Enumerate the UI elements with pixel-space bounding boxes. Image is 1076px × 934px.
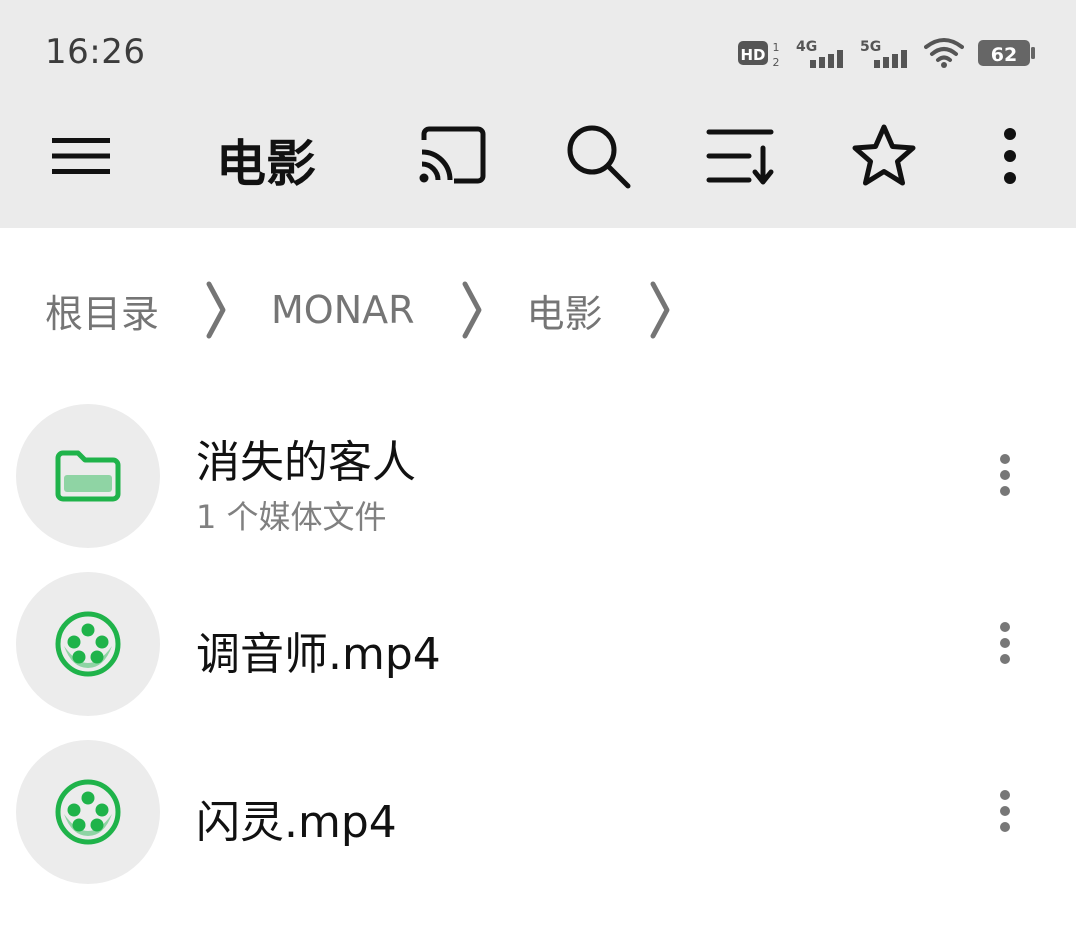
- svg-text:2: 2: [773, 56, 780, 69]
- list-item-title: 调音师.mp4: [196, 629, 441, 680]
- list-item-subtitle: 1 个媒体文件: [196, 498, 387, 536]
- breadcrumb-root[interactable]: 根目录: [45, 283, 159, 338]
- list-item[interactable]: 调音师.mp4: [0, 572, 1076, 740]
- status-time: 16:26: [45, 32, 146, 72]
- film-reel-icon: [55, 779, 121, 845]
- signal-4g-icon: 4G: [796, 36, 846, 70]
- avatar: [16, 404, 160, 548]
- battery-icon: 62: [978, 38, 1036, 68]
- folder-icon: [55, 450, 121, 502]
- signal-5g-icon: 5G: [860, 36, 910, 70]
- page-title: 电影: [216, 135, 316, 193]
- film-reel-icon: [55, 611, 121, 677]
- chevron-right-icon: [205, 280, 227, 340]
- breadcrumb: 根目录 MONAR 电影: [45, 280, 715, 340]
- file-list: 消失的客人 1 个媒体文件 调音师.mp4 闪灵.mp4: [0, 404, 1076, 908]
- list-item[interactable]: 闪灵.mp4: [0, 740, 1076, 908]
- star-icon[interactable]: [848, 120, 920, 192]
- battery-level: 62: [991, 44, 1017, 66]
- svg-text:1: 1: [773, 41, 780, 54]
- breadcrumb-current[interactable]: 电影: [527, 283, 603, 338]
- wifi-icon: [924, 37, 964, 69]
- avatar: [16, 572, 160, 716]
- list-item-title: 闪灵.mp4: [196, 797, 397, 848]
- status-icons: HD 1 2 4G 5G 62: [738, 30, 1036, 76]
- svg-text:HD: HD: [740, 46, 765, 64]
- list-item-title: 消失的客人: [196, 437, 416, 488]
- top-app-bar: 16:26 HD 1 2 4G 5G 62 电影: [0, 0, 1076, 228]
- avatar: [16, 740, 160, 884]
- more-vert-icon[interactable]: [974, 120, 1046, 192]
- chevron-right-icon: [461, 280, 483, 340]
- menu-icon[interactable]: [52, 136, 110, 176]
- list-item[interactable]: 消失的客人 1 个媒体文件: [0, 404, 1076, 572]
- breadcrumb-monar[interactable]: MONAR: [271, 288, 415, 332]
- chevron-right-icon: [649, 280, 671, 340]
- item-more-icon[interactable]: [990, 450, 1020, 500]
- item-more-icon[interactable]: [990, 618, 1020, 668]
- cast-icon[interactable]: [416, 120, 488, 192]
- svg-text:4G: 4G: [796, 39, 817, 55]
- item-more-icon[interactable]: [990, 786, 1020, 836]
- svg-text:5G: 5G: [860, 39, 881, 55]
- hd-icon: HD 1 2: [738, 37, 782, 69]
- sort-icon[interactable]: [704, 120, 776, 192]
- search-icon[interactable]: [562, 120, 634, 192]
